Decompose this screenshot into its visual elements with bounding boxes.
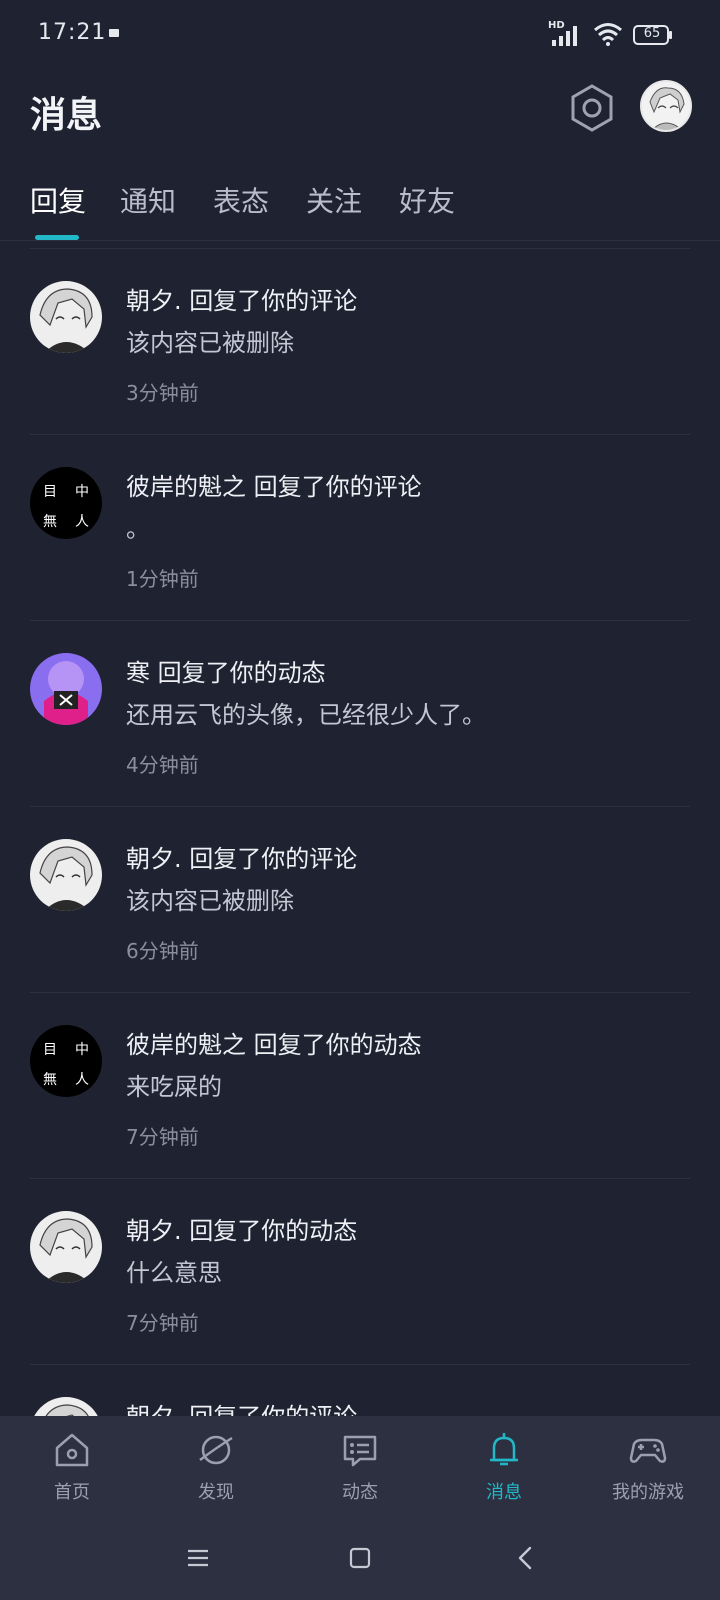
message-title: 朝夕. 回复了你的动态 [126,1217,358,1245]
message-title: 朝夕. 回复了你的评论 [126,287,358,315]
nav-feed[interactable]: 动态 [288,1416,432,1514]
message-content: 该内容已被删除 [126,329,294,357]
message-title: 朝夕. 回复了你的评论 [126,1397,357,1416]
nav-my-games[interactable]: 我的游戏 [576,1416,720,1514]
message-title: 寒 回复了你的动态 [126,659,326,687]
divider [0,240,720,241]
sketch-portrait-icon [30,1211,102,1283]
message-item[interactable]: 朝夕. 回复了你的动态 什么意思 7分钟前 [30,1178,690,1365]
tab-replies[interactable]: 回复 [30,180,86,220]
home-icon [55,1433,89,1467]
tab-notifications[interactable]: 通知 [120,180,176,220]
user-avatar[interactable] [30,653,102,725]
avatar-char: 中 [75,1042,89,1058]
sketch-portrait-icon [30,1397,102,1416]
message-content: 。 [126,515,150,543]
message-item[interactable]: 朝夕. 回复了你的评论 该内容已被删除 3分钟前 [30,248,690,435]
message-title: 朝夕. 回复了你的评论 [126,845,358,873]
nav-label: 发现 [198,1482,234,1503]
back-icon[interactable] [508,1540,544,1576]
avatar-char: 人 [75,514,89,530]
message-content: 什么意思 [126,1259,222,1287]
message-item[interactable]: 朝夕. 回复了你的评论 [30,1364,690,1416]
message-content: 该内容已被删除 [126,887,294,915]
avatar-char: 無 [43,514,57,530]
sketch-portrait-icon [30,839,102,911]
nav-label: 动态 [342,1482,378,1503]
bell-icon [490,1433,518,1466]
bottom-nav: 首页 发现 动态 消息 我的游戏 [0,1416,720,1514]
message-item[interactable]: 目 中 無 人 彼岸的魁之 回复了你的评论 。 1分钟前 [30,434,690,621]
avatar-char: 無 [43,1072,57,1088]
user-avatar[interactable] [30,839,102,911]
planet-icon [199,1435,233,1465]
message-time: 3分钟前 [126,381,199,405]
message-title: 彼岸的魁之 回复了你的动态 [126,1031,422,1059]
sketch-portrait-icon [642,82,690,130]
settings-hex-icon[interactable] [566,82,618,134]
message-time: 6分钟前 [126,939,199,963]
message-content: 还用云飞的头像，已经很少人了。 [126,701,486,729]
message-item[interactable]: 目 中 無 人 彼岸的魁之 回复了你的动态 来吃屎的 7分钟前 [30,992,690,1179]
message-time: 7分钟前 [126,1311,199,1335]
message-time: 1分钟前 [126,567,199,591]
nav-label: 消息 [486,1482,522,1503]
chat-card-icon [343,1435,377,1467]
user-avatar[interactable] [30,1211,102,1283]
home-square-icon[interactable] [342,1540,378,1576]
tab-friends[interactable]: 好友 [399,180,455,220]
message-content: 来吃屎的 [126,1073,222,1101]
nav-home[interactable]: 首页 [0,1416,144,1514]
avatar-char: 人 [75,1072,89,1088]
avatar-char: 目 [43,1042,57,1058]
notification-icon [109,29,119,37]
nav-label: 我的游戏 [612,1482,684,1503]
status-bar: 17:21 HD 65 [0,0,720,70]
page-title: 消息 [30,95,103,136]
message-item[interactable]: 寒 回复了你的动态 还用云飞的头像，已经很少人了。 4分钟前 [30,620,690,807]
wifi-icon [594,23,622,46]
nav-discover[interactable]: 发现 [144,1416,288,1514]
menu-icon[interactable] [180,1540,216,1576]
message-time: 7分钟前 [126,1125,199,1149]
nav-label: 首页 [54,1482,90,1503]
user-avatar[interactable] [30,281,102,353]
status-time: 17:21 [38,20,107,45]
nav-messages[interactable]: 消息 [432,1416,576,1514]
gamepad-icon [629,1438,667,1463]
battery-level: 65 [643,26,661,41]
system-nav-bar [0,1514,720,1600]
sketch-portrait-icon [30,281,102,353]
user-avatar[interactable] [30,1397,102,1416]
tab-follows[interactable]: 关注 [306,180,362,220]
message-list[interactable]: 朝夕. 回复了你的评论 该内容已被删除 3分钟前 目 中 無 人 彼岸的魁之 回… [0,248,720,1416]
user-avatar[interactable]: 目 中 無 人 [30,1025,102,1097]
tab-reactions[interactable]: 表态 [213,180,269,220]
avatar-char: 中 [75,484,89,500]
purple-character-icon [30,653,102,725]
message-title: 彼岸的魁之 回复了你的评论 [126,473,422,501]
message-time: 4分钟前 [126,753,199,777]
profile-avatar[interactable] [640,80,692,132]
user-avatar[interactable]: 目 中 無 人 [30,467,102,539]
signal-icon [552,26,577,46]
message-item[interactable]: 朝夕. 回复了你的评论 该内容已被删除 6分钟前 [30,806,690,993]
avatar-char: 目 [43,484,57,500]
